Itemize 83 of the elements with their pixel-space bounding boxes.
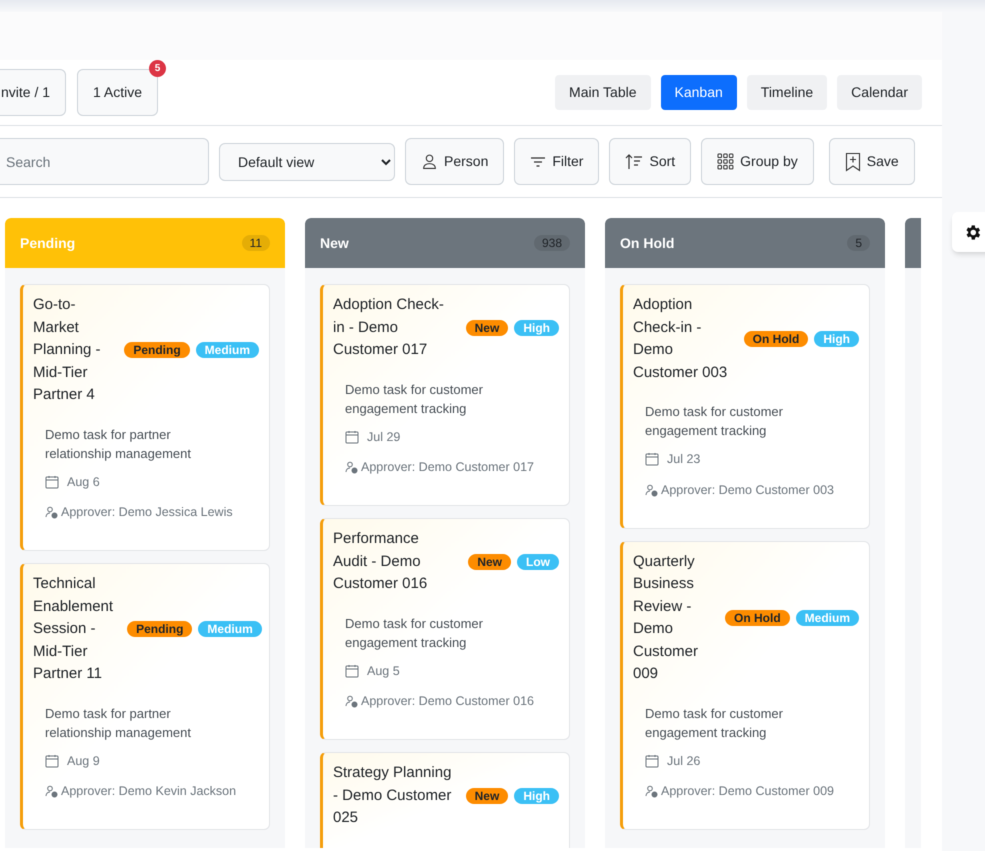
priority-badge: Medium	[796, 610, 859, 626]
header-button[interactable]: nvite / 1	[0, 69, 66, 116]
task-card[interactable]: Go-to-Market Planning - Mid-Tier Partner 4 Pending Medium Demo task for partner relationship management Aug 6 Approver: Demo Jessica Lewis	[20, 284, 270, 551]
save-button[interactable]: Save	[828, 138, 915, 185]
column-title: Pending	[20, 234, 76, 253]
filter-button[interactable]: Filter	[514, 138, 600, 185]
status-badge: New	[468, 554, 511, 570]
task-card[interactable]: Technical Enablement Session - Mid-Tier Partner 11 Pending Medium Demo task for partner relationship management Aug 9 Approver: Demo Kevin Jackson	[20, 563, 270, 830]
person-check-icon	[345, 461, 358, 474]
settings-button[interactable]	[952, 212, 985, 252]
count-badge: 938	[534, 235, 570, 251]
sort-button[interactable]: Sort	[609, 138, 692, 185]
calendar-icon	[645, 754, 659, 768]
card-title: Technical Enablement Session - Mid-Tier Partner 11	[33, 574, 114, 684]
count-badge: 11	[242, 235, 270, 251]
view-tab[interactable]: Calendar	[837, 75, 922, 110]
task-card[interactable]: Quarterly Business Review - Demo Customer 009 On Hold Medium Demo task for customer engagement tracking Jul 26 Approver: Demo Customer 009	[620, 540, 870, 830]
status-badge: On Hold	[744, 331, 808, 347]
card-title: Performance Audit - Demo Customer 016	[333, 529, 428, 594]
view-dropdown[interactable]: Default view	[219, 142, 395, 180]
group-button[interactable]: Group by	[701, 138, 814, 185]
due-date: Jul 29	[367, 428, 400, 446]
bookmark-plus-icon	[844, 152, 861, 172]
card-title: Adoption Check-in - Demo Customer 003	[633, 295, 728, 382]
priority-badge: High	[514, 788, 559, 804]
approver-label: Approver: Demo Customer 016	[361, 693, 534, 710]
due-date: Aug 5	[367, 662, 400, 680]
grid-icon	[717, 153, 734, 170]
due-date: Jul 23	[667, 451, 700, 468]
status-badge: New	[466, 788, 508, 804]
card-description: Demo task for partner relationship management	[44, 704, 192, 742]
notification-badge: 5	[149, 60, 166, 77]
approver-label: Approver: Demo Kevin Jackson	[61, 783, 236, 800]
task-card[interactable]: Adoption Check-in - Demo Customer 017 New High Demo task for customer engagement tracking Jul 29 Approver: Demo Customer 017	[320, 284, 570, 506]
approver-label: Approver: Demo Jessica Lewis	[61, 504, 233, 522]
task-card[interactable]: Adoption Check-in - Demo Customer 003 On Hold High Demo task for customer engagement tracking Jul 23 Approver: Demo Customer 003	[620, 284, 870, 528]
column-title: New	[320, 234, 349, 252]
priority-badge: High	[514, 320, 559, 336]
status-badge: Pending	[127, 621, 192, 638]
approver-label: Approver: Demo Customer 003	[661, 482, 834, 499]
person-check-icon	[645, 785, 658, 798]
task-card[interactable]: Strategy Planning - Demo Customer 025 New High	[320, 752, 570, 848]
count-badge: 5	[847, 235, 870, 251]
person-check-icon	[45, 785, 58, 798]
calendar-icon	[345, 430, 359, 444]
card-description: Demo task for partner relationship management	[44, 426, 192, 462]
calendar-icon	[645, 452, 659, 466]
priority-badge: Low	[517, 554, 559, 570]
person-check-icon	[45, 506, 58, 520]
view-tab[interactable]: Timeline	[746, 75, 828, 110]
due-date: Aug 6	[67, 474, 100, 491]
card-description: Demo task for customer engagement tracking	[344, 380, 484, 418]
view-tab[interactable]: Main Table	[555, 75, 650, 110]
card-title: Quarterly Business Review - Demo Customer 009	[633, 552, 700, 684]
priority-badge: Medium	[198, 621, 262, 638]
priority-badge: High	[814, 331, 859, 347]
person-check-icon	[645, 484, 658, 497]
card-description: Demo task for customer engagement tracking	[644, 704, 784, 742]
card-title: Adoption Check-in - Demo Customer 017	[333, 295, 445, 360]
person-check-icon	[345, 695, 358, 708]
priority-badge: Medium	[196, 342, 259, 358]
search-field[interactable]: Search	[0, 138, 209, 185]
card-title: Go-to-Market Planning - Mid-Tier Partner 4	[33, 295, 102, 405]
calendar-icon	[45, 754, 59, 768]
approver-label: Approver: Demo Customer 009	[661, 783, 834, 800]
status-badge: Pending	[124, 342, 190, 358]
card-description: Demo task for customer engagement tracking	[644, 403, 784, 440]
person-icon	[421, 153, 438, 170]
status-badge: New	[466, 320, 508, 336]
status-badge: On Hold	[724, 610, 790, 626]
calendar-icon	[45, 474, 59, 489]
due-date: Jul 26	[667, 752, 700, 770]
task-card[interactable]: Performance Audit - Demo Customer 016 New Low Demo task for customer engagement tracking Aug 5 Approver: Demo Customer 016	[320, 518, 570, 740]
filter-icon	[530, 156, 546, 168]
approver-label: Approver: Demo Customer 017	[361, 459, 534, 476]
card-title: Strategy Planning - Demo Customer 025	[333, 763, 452, 828]
view-tab[interactable]: Kanban	[660, 75, 737, 110]
card-description: Demo task for customer engagement tracking	[344, 614, 484, 652]
due-date: Aug 9	[67, 752, 100, 770]
calendar-icon	[345, 664, 359, 678]
person-button[interactable]: Person	[405, 138, 504, 185]
column-title: On Hold	[620, 234, 674, 252]
sort-icon	[625, 153, 644, 170]
